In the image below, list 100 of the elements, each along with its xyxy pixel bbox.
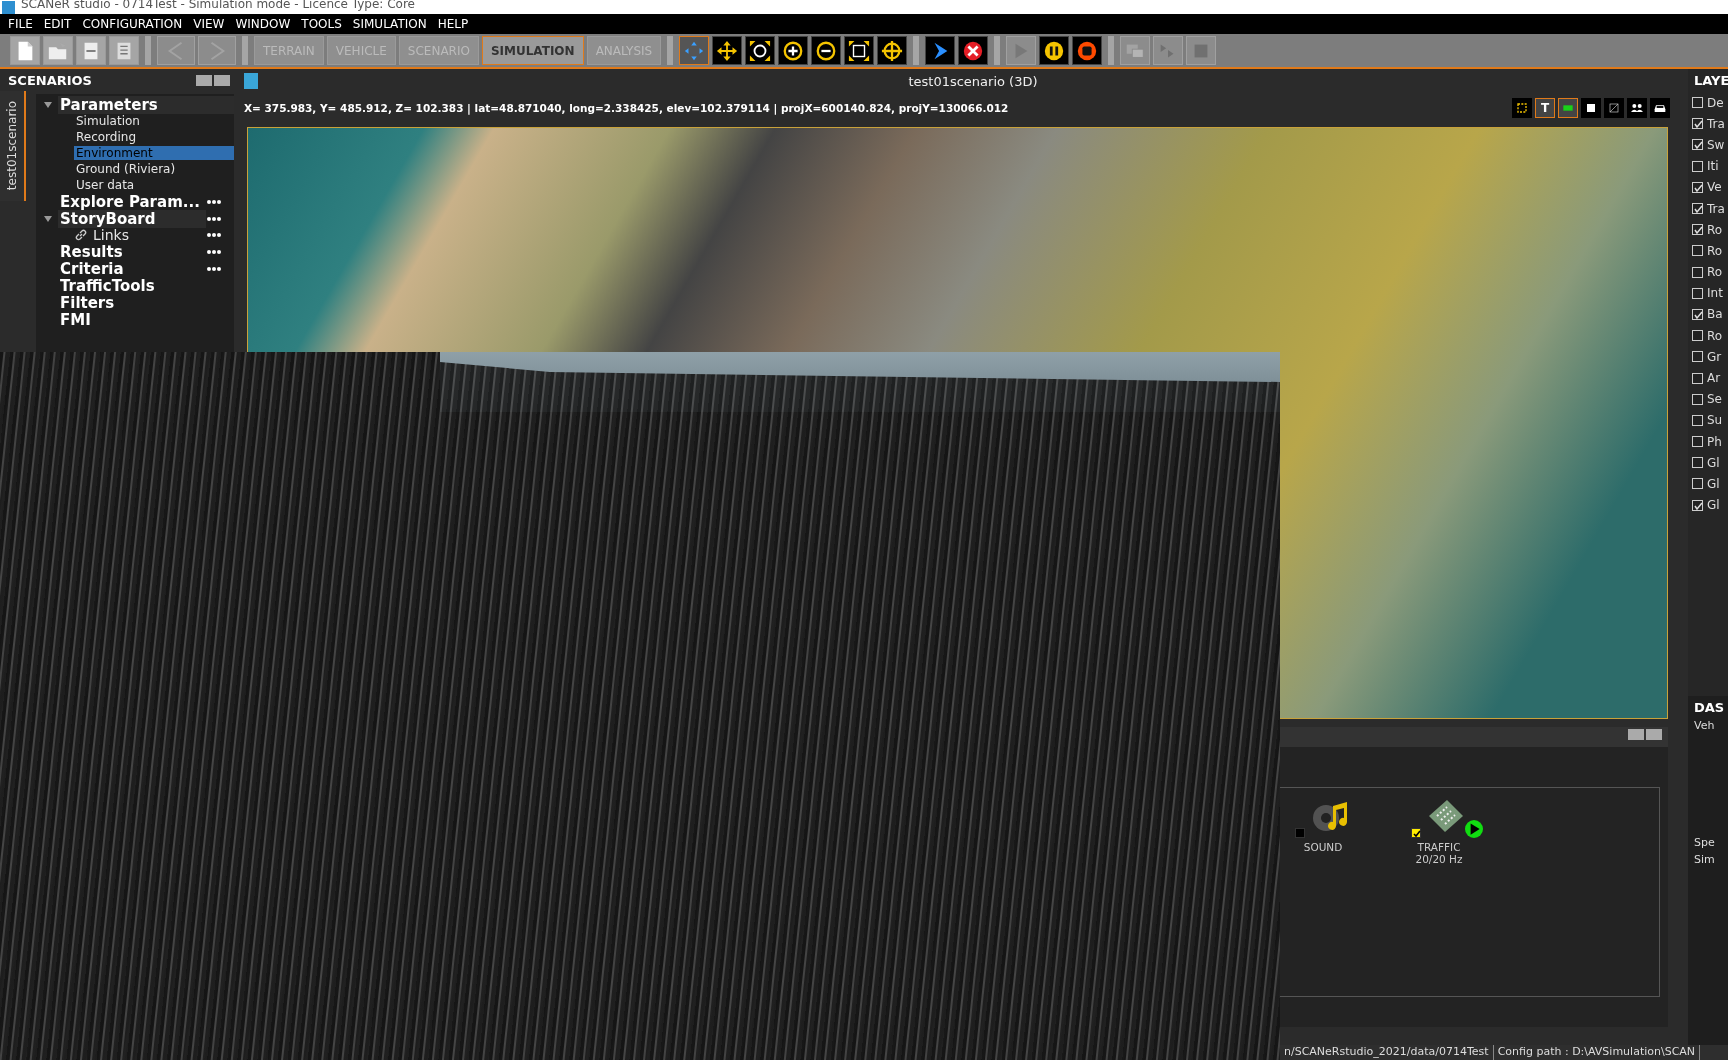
toolbar-handle	[1108, 36, 1115, 65]
tree-item[interactable]: Environment	[74, 146, 234, 160]
layer-checkbox[interactable]	[1692, 224, 1703, 236]
start-tool-button[interactable]	[925, 36, 956, 65]
layer-label: Gl	[1707, 498, 1720, 513]
tree-item[interactable]: Recording	[74, 130, 234, 144]
coordinates-readout: X= 375.983, Y= 485.912, Z= 102.383 | lat=48.871040, long=2.338425, elev=102.379114 | projX=600140.824, projY=130066.012	[244, 102, 1009, 114]
menu-item[interactable]: EDIT	[39, 17, 79, 31]
menu-item[interactable]: CONFIGURATION	[78, 17, 190, 31]
layer-label: Ve	[1707, 180, 1722, 195]
tree-item[interactable]: Filters	[58, 293, 234, 312]
more-icon[interactable]	[206, 232, 222, 238]
menu-item[interactable]: VIEW	[189, 17, 232, 31]
layer-checkbox[interactable]	[1692, 393, 1703, 405]
more-icon[interactable]	[206, 215, 222, 222]
layer-checkbox[interactable]	[1692, 245, 1703, 257]
menu-item[interactable]: WINDOW	[231, 17, 298, 31]
layer-label: Sw	[1707, 137, 1725, 152]
people-view-button[interactable]	[1627, 98, 1647, 118]
stop-icon	[1076, 39, 1099, 62]
layer-label: Int	[1707, 286, 1723, 301]
zoom-in-tool-button[interactable]	[778, 36, 809, 65]
more-icon[interactable]	[206, 198, 222, 205]
float-button[interactable]	[196, 74, 212, 86]
frame-view-button[interactable]	[1512, 98, 1532, 118]
module-label: TRAFFIC	[1417, 842, 1461, 854]
tree-item[interactable]: StoryBoard	[58, 209, 206, 228]
module-checkbox[interactable]	[1411, 828, 1421, 838]
tree-item[interactable]: Parameters	[58, 95, 234, 114]
toolbar-handle	[994, 36, 1001, 65]
layer-checkbox[interactable]	[1692, 181, 1703, 193]
tree-item[interactable]: Links	[91, 227, 206, 243]
layer-label: Ro	[1707, 243, 1723, 258]
frame-icon	[1514, 100, 1530, 116]
layer-checkbox[interactable]	[1692, 266, 1703, 278]
target-icon	[881, 39, 904, 62]
layer-checkbox[interactable]	[1692, 436, 1703, 448]
layer-checkbox[interactable]	[1692, 287, 1703, 299]
tree-item[interactable]: Explore Param...	[58, 192, 206, 211]
tree-item[interactable]: Criteria	[58, 259, 206, 278]
abort-tool-button[interactable]	[958, 36, 989, 65]
car-view-button[interactable]	[1650, 98, 1670, 118]
layer-checkbox[interactable]	[1692, 499, 1703, 511]
layer-checkbox[interactable]	[1692, 97, 1703, 109]
module-label: SOUND	[1303, 842, 1343, 854]
layer-label: Su	[1707, 413, 1723, 428]
menu-item[interactable]: HELP	[433, 17, 476, 31]
pause-tool-button[interactable]	[1039, 36, 1070, 65]
toolbar-handle	[913, 36, 920, 65]
fit-tool-button[interactable]	[844, 36, 875, 65]
layer-checkbox[interactable]	[1692, 118, 1703, 130]
close-button[interactable]	[214, 74, 230, 86]
layer-checkbox[interactable]	[1692, 372, 1703, 384]
tree-item[interactable]: Ground (Riviera)	[74, 162, 234, 176]
toolbar-handle	[145, 36, 151, 65]
layer-checkbox[interactable]	[1692, 160, 1703, 172]
app-logo-icon	[244, 73, 258, 89]
module-checkbox[interactable]	[1295, 828, 1305, 838]
tree-item[interactable]: Simulation	[74, 114, 234, 128]
target-tool-button[interactable]	[877, 36, 908, 65]
tree-item[interactable]: TrafficTools	[58, 276, 234, 295]
menu-item[interactable]: SIMULATION	[348, 17, 434, 31]
text-toggle-button[interactable]: T	[1535, 98, 1555, 118]
layer-checkbox[interactable]	[1692, 330, 1703, 342]
layer-checkbox[interactable]	[1692, 414, 1703, 426]
layer-label: Ar	[1707, 371, 1721, 386]
layer-checkbox[interactable]	[1692, 308, 1703, 320]
menu-item[interactable]: TOOLS	[297, 17, 349, 31]
indicator-view-button[interactable]	[1558, 98, 1578, 118]
expanded-arrow-icon[interactable]	[42, 99, 54, 110]
layer-label: Gl	[1707, 476, 1720, 491]
tree-item[interactable]: User data	[74, 178, 234, 192]
layer-label: Ro	[1707, 328, 1723, 343]
toolbar-handle	[242, 36, 248, 65]
zoom-out-tool-button[interactable]	[811, 36, 842, 65]
expanded-arrow-icon[interactable]	[42, 213, 54, 224]
layer-checkbox[interactable]	[1692, 457, 1703, 469]
dashboard-label: Spe	[1694, 835, 1716, 849]
zoom-region-tool-button[interactable]	[745, 36, 776, 65]
fill-view-button[interactable]	[1581, 98, 1601, 118]
layer-label: Gl	[1707, 455, 1720, 470]
layer-label: Ro	[1707, 265, 1723, 280]
layer-checkbox[interactable]	[1692, 478, 1703, 490]
new-tool-button[interactable]	[10, 36, 40, 65]
layer-checkbox[interactable]	[1692, 351, 1703, 363]
diagonal-view-button[interactable]	[1604, 98, 1624, 118]
module-rate: 20/20 Hz	[1415, 853, 1463, 866]
more-icon[interactable]	[206, 248, 222, 255]
menu-item[interactable]: FILE	[4, 17, 40, 31]
tree-item[interactable]: Results	[58, 242, 206, 261]
pan-tool-button[interactable]	[712, 36, 743, 65]
layer-checkbox[interactable]	[1692, 139, 1703, 151]
scenario-tab[interactable]: test01scenario	[0, 91, 26, 201]
more-icon[interactable]	[206, 265, 222, 272]
layer-checkbox[interactable]	[1692, 203, 1703, 215]
tree-item[interactable]: FMI	[58, 310, 234, 329]
layer-label: Ro	[1707, 222, 1723, 237]
toolbar-handle	[667, 36, 674, 65]
stop-tool-button[interactable]	[1072, 36, 1103, 65]
mode-tab[interactable]: SIMULATION	[481, 36, 584, 65]
